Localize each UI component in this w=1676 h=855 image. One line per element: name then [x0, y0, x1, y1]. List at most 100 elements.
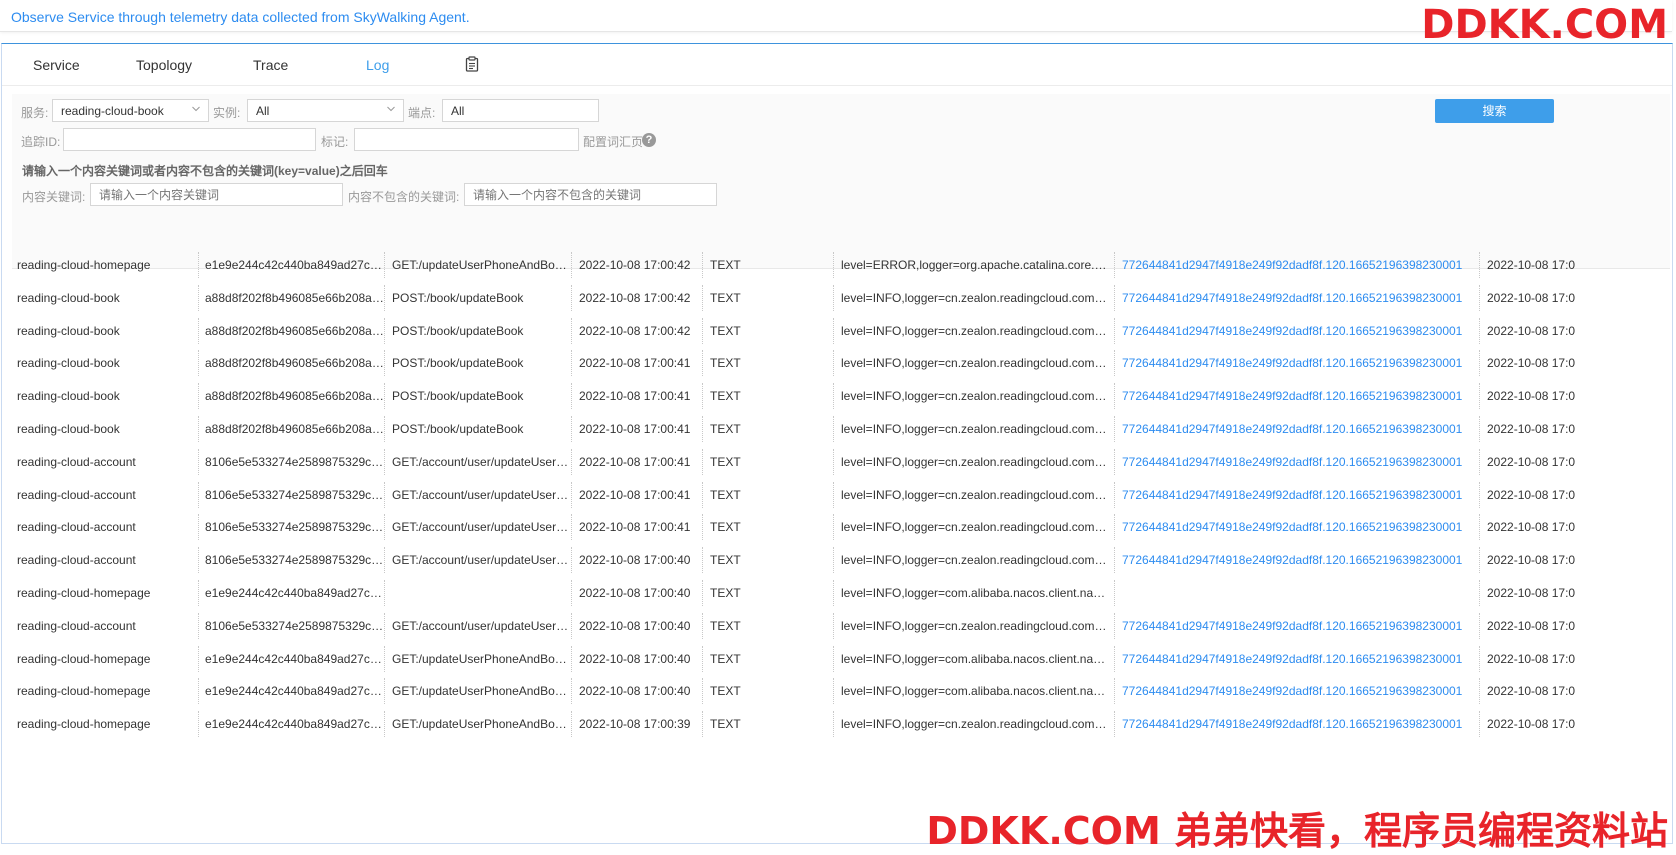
table-row[interactable]: reading-cloud-account 8106e5e533274e25898…	[10, 609, 1670, 644]
log-trace-id-link[interactable]: 772644841d2947f4918e249f92dadf8f.120.166…	[1115, 514, 1480, 541]
log-instance-cell: a88d8f202f8b496085e66b208ab...	[198, 416, 385, 442]
log-instance-cell: 8106e5e533274e2589875329cf...	[198, 547, 385, 574]
keyword-input[interactable]	[90, 183, 343, 206]
endpoint-label: 端点:	[408, 106, 436, 120]
search-button[interactable]: 搜索	[1435, 99, 1554, 123]
log-trace-id-link[interactable]: 772644841d2947f4918e249f92dadf8f.120.166…	[1115, 481, 1480, 508]
table-row[interactable]: reading-cloud-homepage e1e9e244c42c440ba8…	[10, 576, 1670, 611]
tab-log[interactable]: Log	[366, 57, 389, 73]
tab-trace[interactable]: Trace	[253, 57, 288, 73]
table-row[interactable]: reading-cloud-homepage e1e9e244c42c440ba8…	[10, 642, 1670, 677]
service-select[interactable]: reading-cloud-book	[52, 99, 209, 122]
log-type-cell: TEXT	[703, 416, 834, 442]
log-time2-cell: 2022-10-08 17:0	[1487, 290, 1576, 305]
log-time2-cell: 2022-10-08 17:0	[1487, 618, 1576, 633]
log-time2-cell: 2022-10-08 17:0	[1487, 717, 1576, 732]
watermark-bottom: DDKK.COM 弟弟快看，程序员编程资料站	[926, 809, 1668, 853]
log-content-cell: level=INFO,logger=cn.zealon.readingcloud…	[834, 416, 1115, 442]
log-service-cell: reading-cloud-book	[10, 416, 199, 442]
table-row[interactable]: reading-cloud-account 8106e5e533274e25898…	[10, 543, 1670, 578]
log-endpoint-cell: GET:/account/user/updateUserP...	[385, 547, 572, 574]
log-service-cell: reading-cloud-homepage	[10, 580, 199, 606]
log-service-cell: reading-cloud-account	[10, 547, 199, 574]
service-select-value: reading-cloud-book	[61, 104, 164, 118]
table-row[interactable]: reading-cloud-book a88d8f202f8b496085e66b…	[10, 281, 1670, 316]
config-vocab-link[interactable]: 配置词汇页	[583, 133, 643, 150]
log-time2-cell: 2022-10-08 17:0	[1487, 258, 1576, 272]
table-row[interactable]: reading-cloud-book a88d8f202f8b496085e66b…	[10, 412, 1670, 447]
log-content-cell: level=INFO,logger=com.alibaba.nacos.clie…	[834, 645, 1115, 672]
keyword-hint: 请输入一个内容关键词或者内容不包含的关键词(key=value)之后回车	[22, 164, 388, 178]
instance-select[interactable]: All	[247, 99, 404, 122]
log-trace-id-link[interactable]: 772644841d2947f4918e249f92dadf8f.120.166…	[1115, 612, 1480, 639]
log-trace-id-link[interactable]	[1115, 580, 1480, 606]
table-row[interactable]: reading-cloud-homepage e1e9e244c42c440ba8…	[10, 674, 1670, 709]
log-instance-cell: a88d8f202f8b496085e66b208ab...	[198, 317, 385, 344]
exclude-keyword-input[interactable]	[464, 183, 717, 206]
log-type-cell: TEXT	[703, 284, 834, 311]
log-service-cell: reading-cloud-book	[10, 317, 199, 344]
log-trace-id-link[interactable]: 772644841d2947f4918e249f92dadf8f.120.166…	[1115, 383, 1480, 410]
log-content-cell: level=INFO,logger=cn.zealon.readingcloud…	[834, 711, 1115, 738]
chevron-down-icon	[192, 106, 200, 112]
log-endpoint-cell: GET:/account/user/updateUserP...	[385, 612, 572, 639]
log-trace-id-link[interactable]: 772644841d2947f4918e249f92dadf8f.120.166…	[1115, 350, 1480, 377]
log-service-cell: reading-cloud-book	[10, 383, 199, 410]
log-trace-id-link[interactable]: 772644841d2947f4918e249f92dadf8f.120.166…	[1115, 711, 1480, 738]
tag-label: 标记:	[321, 135, 349, 149]
log-type-cell: TEXT	[703, 580, 834, 606]
endpoint-input[interactable]: All	[442, 99, 599, 122]
tab-service[interactable]: Service	[33, 57, 80, 73]
service-label: 服务:	[21, 106, 49, 120]
log-time2-cell: 2022-10-08 17:0	[1487, 651, 1576, 666]
log-trace-id-link[interactable]: 772644841d2947f4918e249f92dadf8f.120.166…	[1115, 416, 1480, 442]
log-endpoint-cell: POST:/book/updateBook	[385, 284, 572, 311]
help-icon[interactable]: ?	[642, 133, 656, 147]
watermark-top: DDKK.COM	[1421, 2, 1668, 48]
log-trace-id-link[interactable]: 772644841d2947f4918e249f92dadf8f.120.166…	[1115, 678, 1480, 705]
table-row[interactable]: reading-cloud-book a88d8f202f8b496085e66b…	[10, 314, 1670, 349]
table-row[interactable]: reading-cloud-account 8106e5e533274e25898…	[10, 510, 1670, 545]
trace-id-input[interactable]	[63, 128, 316, 151]
log-type-cell: TEXT	[703, 448, 834, 475]
log-content-cell: level=INFO,logger=com.alibaba.nacos.clie…	[834, 580, 1115, 606]
tag-input[interactable]	[354, 128, 579, 151]
table-row[interactable]: reading-cloud-homepage e1e9e244c42c440ba8…	[10, 248, 1670, 283]
log-type-cell: TEXT	[703, 547, 834, 574]
log-trace-id-link[interactable]: 772644841d2947f4918e249f92dadf8f.120.166…	[1115, 448, 1480, 475]
table-row[interactable]: reading-cloud-book a88d8f202f8b496085e66b…	[10, 346, 1670, 381]
table-row[interactable]: reading-cloud-homepage e1e9e244c42c440ba8…	[10, 707, 1670, 742]
log-trace-id-link[interactable]: 772644841d2947f4918e249f92dadf8f.120.166…	[1115, 547, 1480, 574]
tab-topology[interactable]: Topology	[136, 57, 192, 73]
log-time-cell: 2022-10-08 17:00:40	[572, 678, 703, 705]
log-trace-id-link[interactable]: 772644841d2947f4918e249f92dadf8f.120.166…	[1115, 317, 1480, 344]
log-time-cell: 2022-10-08 17:00:42	[572, 252, 703, 278]
log-type-cell: TEXT	[703, 612, 834, 639]
log-endpoint-cell: GET:/updateUserPhoneAndBook...	[385, 645, 572, 672]
log-trace-id-link[interactable]: 772644841d2947f4918e249f92dadf8f.120.166…	[1115, 645, 1480, 672]
log-trace-id-link[interactable]: 772644841d2947f4918e249f92dadf8f.120.166…	[1115, 284, 1480, 311]
log-time2-cell: 2022-10-08 17:0	[1487, 553, 1576, 568]
log-panel: Service Topology Trace Log 服务: reading-c…	[1, 43, 1673, 844]
log-endpoint-cell: POST:/book/updateBook	[385, 416, 572, 442]
log-time-cell: 2022-10-08 17:00:40	[572, 612, 703, 639]
log-type-cell: TEXT	[703, 383, 834, 410]
log-time-cell: 2022-10-08 17:00:39	[572, 711, 703, 738]
keyword-label: 内容关键词:	[22, 190, 86, 204]
table-row[interactable]: reading-cloud-book a88d8f202f8b496085e66b…	[10, 379, 1670, 414]
log-time-cell: 2022-10-08 17:00:41	[572, 514, 703, 541]
table-row[interactable]: reading-cloud-account 8106e5e533274e25898…	[10, 478, 1670, 513]
log-content-cell: level=INFO,logger=cn.zealon.readingcloud…	[834, 612, 1115, 639]
log-trace-id-link[interactable]: 772644841d2947f4918e249f92dadf8f.120.166…	[1115, 252, 1480, 278]
log-instance-cell: a88d8f202f8b496085e66b208ab...	[198, 383, 385, 410]
log-time2-cell: 2022-10-08 17:0	[1487, 487, 1576, 502]
log-instance-cell: e1e9e244c42c440ba849ad27c9...	[198, 252, 385, 278]
log-time-cell: 2022-10-08 17:00:41	[572, 383, 703, 410]
log-instance-cell: a88d8f202f8b496085e66b208ab...	[198, 284, 385, 311]
clipboard-icon[interactable]	[465, 56, 479, 72]
instance-select-value: All	[256, 104, 270, 118]
log-endpoint-cell: GET:/account/user/updateUserP...	[385, 481, 572, 508]
table-row[interactable]: reading-cloud-account 8106e5e533274e25898…	[10, 445, 1670, 480]
log-endpoint-cell: POST:/book/updateBook	[385, 350, 572, 377]
log-time-cell: 2022-10-08 17:00:40	[572, 645, 703, 672]
